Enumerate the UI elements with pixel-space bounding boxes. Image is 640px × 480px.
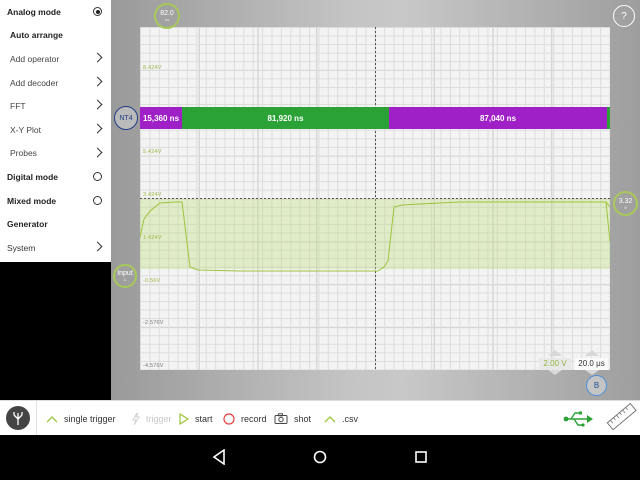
help-icon: ? — [621, 10, 627, 22]
chevron-right-icon — [92, 99, 103, 110]
record-button[interactable]: record — [223, 401, 267, 436]
trigger-level-marker[interactable]: 3.32 V — [613, 191, 638, 216]
usb-icon[interactable] — [563, 411, 593, 432]
sidebar-item-label: System — [7, 242, 36, 253]
recents-icon[interactable] — [414, 449, 428, 470]
sidebar-item-probes[interactable]: Probes — [0, 142, 111, 166]
sidebar-item-fft[interactable]: FFT — [0, 94, 111, 118]
chevron-right-icon — [92, 123, 103, 134]
csv-export-button[interactable]: .csv — [324, 401, 358, 436]
sidebar-item-system[interactable]: System — [0, 236, 111, 260]
caret-up-icon — [324, 415, 336, 423]
start-button[interactable]: start — [179, 401, 213, 436]
radio-unselected-icon[interactable] — [93, 195, 102, 205]
volt-scale-down-icon[interactable] — [548, 370, 562, 375]
sidebar-item-mixed-mode[interactable]: Mixed mode — [0, 189, 111, 213]
trigger-label: trigger — [146, 413, 172, 424]
lightning-icon — [132, 412, 140, 425]
decoder-channel-marker[interactable]: NT4 — [114, 106, 138, 130]
single-trigger-label: single trigger — [64, 413, 116, 424]
radio-unselected-icon[interactable] — [93, 172, 102, 182]
sidebar-item-label: Auto arrange — [10, 30, 63, 41]
trigger-level-value: 3.32 — [618, 197, 633, 205]
sidebar-item-xy-plot[interactable]: X-Y Plot — [0, 118, 111, 142]
back-icon[interactable] — [212, 448, 226, 470]
volt-scale-control[interactable]: 2.00 V — [539, 350, 571, 375]
ruler-icon[interactable] — [606, 402, 638, 437]
trigger-position-value: 82.0 — [160, 10, 174, 17]
camera-icon — [274, 413, 288, 424]
radio-selected-icon[interactable] — [93, 7, 102, 16]
trigger-level-unit: V — [624, 204, 627, 210]
sidebar-item-generator[interactable]: Generator — [0, 212, 111, 236]
home-icon[interactable] — [312, 449, 328, 470]
time-scale-value: 20.0 μs — [575, 358, 608, 370]
input-channel-label: Input — [117, 270, 133, 277]
sidebar-item-label: Probes — [10, 148, 37, 159]
sidebar-item-label: Add decoder — [10, 77, 59, 88]
toolbar-divider — [36, 401, 37, 436]
android-nav-bar — [0, 435, 640, 480]
chevron-right-icon — [92, 52, 103, 63]
waveform-trace — [140, 201, 610, 272]
single-trigger-button[interactable]: single trigger — [46, 401, 116, 436]
screenshot-button[interactable]: shot — [274, 401, 311, 436]
oscilloscope-grid[interactable]: 8.424V 5.424V 3.424V 1.424V -0.56V -2.57… — [140, 27, 610, 370]
sidebar-item-digital-mode[interactable]: Digital mode — [0, 165, 111, 189]
trigger-button[interactable]: trigger — [132, 401, 172, 436]
sidebar-item-add-decoder[interactable]: Add decoder — [0, 71, 111, 95]
sidebar-item-label: Analog mode — [7, 6, 61, 17]
sidebar-item-label: Mixed mode — [7, 195, 57, 206]
sidebar-item-label: Add operator — [10, 53, 60, 64]
sidebar-item-add-operator[interactable]: Add operator — [0, 47, 111, 71]
input-channel-marker[interactable]: Input 1 — [113, 264, 137, 288]
decoder-channel-label: NT4 — [119, 114, 133, 122]
chevron-right-icon — [92, 241, 103, 252]
record-label: record — [241, 413, 267, 424]
play-icon — [179, 412, 189, 425]
trigger-position-marker[interactable]: 82.0 us — [154, 3, 180, 29]
app-logo-icon[interactable] — [6, 406, 30, 430]
start-label: start — [195, 413, 213, 424]
sidebar-item-label: Digital mode — [7, 171, 59, 182]
record-icon — [223, 412, 235, 425]
volt-scale-value: 2.00 V — [539, 358, 571, 370]
sidebar-menu: Analog mode Auto arrange Add operator Ad… — [0, 0, 111, 262]
time-scale-down-icon[interactable] — [585, 370, 599, 375]
chevron-right-icon — [92, 76, 103, 87]
sidebar-item-label: Generator — [7, 219, 48, 230]
time-scale-up-icon[interactable] — [585, 350, 599, 356]
chevron-right-icon — [92, 147, 103, 158]
cursor-b-label: B — [593, 381, 600, 390]
help-button[interactable]: ? — [613, 5, 635, 27]
caret-up-icon — [46, 415, 58, 423]
sidebar-item-auto-arrange[interactable]: Auto arrange — [0, 24, 111, 48]
csv-label: .csv — [342, 413, 359, 424]
cursor-b-marker[interactable]: B — [586, 375, 607, 396]
shot-label: shot — [294, 413, 312, 424]
sidebar-item-label: X-Y Plot — [10, 124, 42, 135]
sidebar-item-analog-mode[interactable]: Analog mode — [0, 0, 111, 24]
bottom-toolbar: single trigger trigger start record shot… — [0, 400, 640, 436]
time-scale-control[interactable]: 20.0 μs — [575, 350, 608, 375]
input-channel-number: 1 — [123, 277, 127, 282]
volt-scale-up-icon[interactable] — [548, 350, 562, 356]
trigger-position-unit: us — [164, 17, 170, 22]
sidebar-item-label: FFT — [10, 101, 26, 112]
